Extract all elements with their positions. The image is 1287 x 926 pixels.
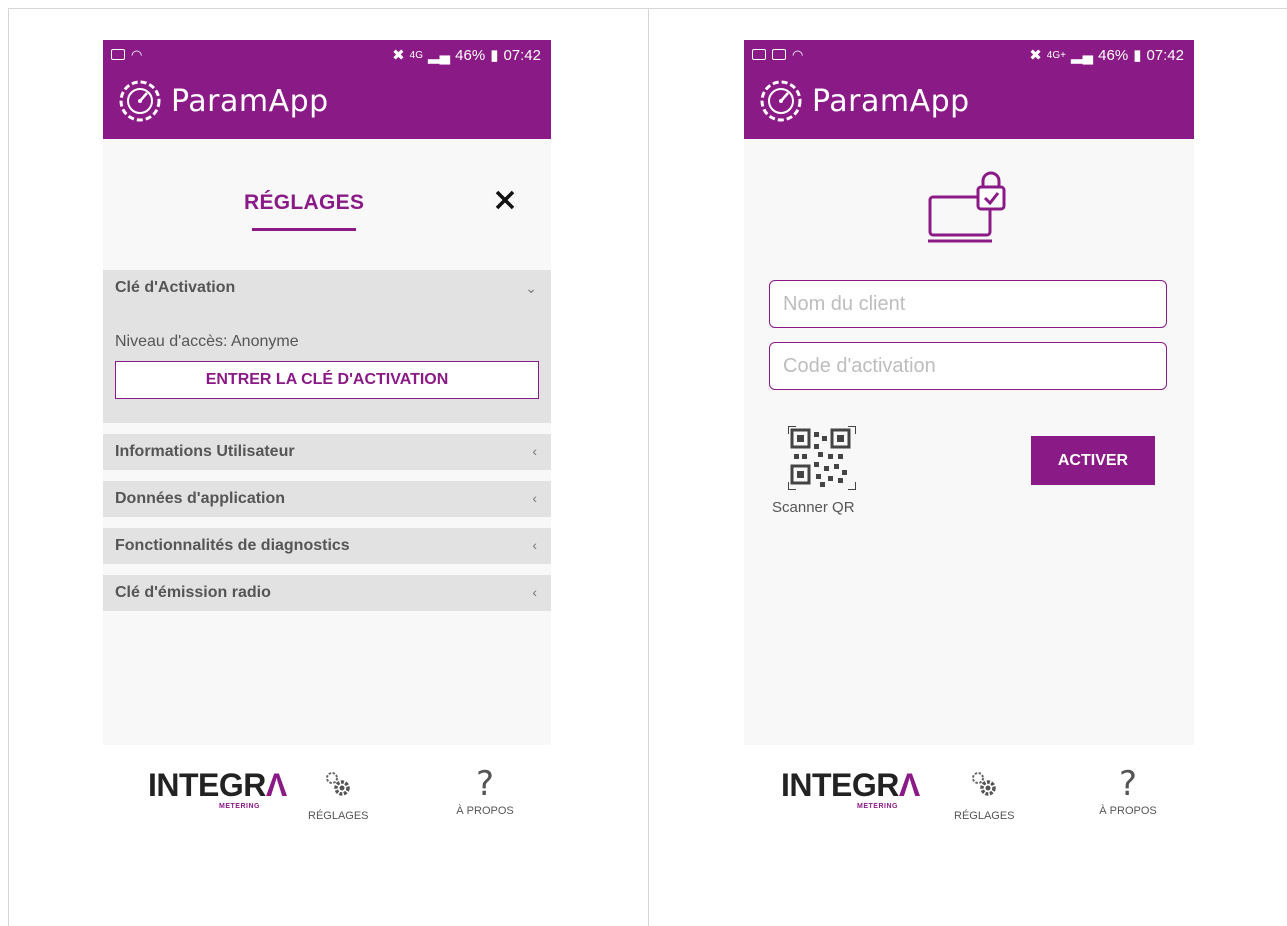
settings-title: RÉGLAGES — [244, 191, 365, 214]
question-mark-icon: ? — [475, 764, 495, 804]
phone-settings-screen: ◠ ✖ 4G ▂▄ 46% ▮ 07:42 ParamApp RÉGLAGES — [103, 40, 551, 860]
app-header: ◠ ✖ 4G+ ▂▄ 46% ▮ 07:42 ParamApp — [744, 40, 1194, 139]
status-right-icons: ✖ 4G ▂▄ 46% ▮ 07:42 — [392, 46, 541, 65]
section-user-info[interactable]: Informations Utilisateur ‹ — [103, 434, 551, 470]
battery-percent: 46% — [455, 46, 486, 64]
image-icon — [752, 49, 766, 60]
chevron-left-icon: ‹ — [532, 490, 537, 506]
section-diagnostics[interactable]: Fonctionnalités de diagnostics ‹ — [103, 528, 551, 564]
app-title: ParamApp — [171, 83, 329, 119]
chevron-left-icon: ‹ — [532, 537, 537, 553]
status-left-icons: ◠ — [111, 48, 142, 61]
activation-key-header[interactable]: Clé d'Activation — [115, 279, 235, 297]
section-label: Clé d'émission radio — [115, 584, 271, 601]
signal-icon: ▂▄ — [1070, 47, 1094, 64]
gears-icon — [326, 772, 350, 796]
activation-code-input[interactable] — [783, 354, 1166, 378]
enter-activation-key-button[interactable]: ENTRER LA CLÉ D'ACTIVATION — [115, 361, 539, 399]
integra-logo-subtitle: METERING — [219, 803, 260, 810]
settings-content: RÉGLAGES Clé d'Activation ⌄ Niveau d'acc… — [103, 139, 551, 745]
client-name-field[interactable] — [769, 280, 1167, 328]
section-label: Données d'application — [115, 490, 286, 507]
integra-logo-subtitle: METERING — [857, 803, 898, 810]
nav-about-label: À PROPOS — [1099, 805, 1157, 817]
gauge-gear-logo-icon — [760, 80, 802, 122]
question-mark-icon: ? — [1118, 764, 1138, 804]
access-level-text: Niveau d'accès: Anonyme — [115, 333, 299, 350]
bottom-navigation: INTEGRΛ METERING RÉGLAGES ? À PROPOS — [744, 745, 1194, 860]
scan-qr-button[interactable]: Scanner QR — [772, 425, 872, 516]
client-name-input[interactable] — [783, 292, 1166, 316]
chevron-left-icon: ‹ — [532, 443, 537, 459]
gears-icon — [972, 772, 996, 796]
app-title: ParamApp — [812, 83, 970, 119]
mute-icon: ✖ — [1029, 47, 1042, 64]
chevron-left-icon: ‹ — [532, 584, 537, 600]
phone-activation-screen: ◠ ✖ 4G+ ▂▄ 46% ▮ 07:42 ParamApp Nom du c… — [744, 40, 1194, 860]
mail-icon — [111, 49, 125, 60]
laptop-lock-icon — [928, 171, 1006, 243]
app-header: ◠ ✖ 4G ▂▄ 46% ▮ 07:42 ParamApp — [103, 40, 551, 139]
settings-header: RÉGLAGES — [103, 139, 551, 269]
title-underline — [252, 228, 356, 231]
status-bar: ◠ ✖ 4G ▂▄ 46% ▮ 07:42 — [103, 46, 551, 66]
signal-icon: ▂▄ — [427, 47, 451, 64]
battery-percent: 46% — [1098, 46, 1129, 64]
wifi-icon: ◠ — [131, 47, 143, 62]
nav-about-label: À PROPOS — [456, 805, 514, 817]
scan-qr-label: Scanner QR — [772, 499, 855, 516]
nav-about[interactable]: ? À PROPOS — [1094, 767, 1162, 817]
activation-content: Scanner QR ACTIVER — [744, 139, 1194, 745]
mute-icon: ✖ — [392, 47, 405, 64]
status-right-icons: ✖ 4G+ ▂▄ 46% ▮ 07:42 — [1029, 46, 1184, 65]
nav-settings[interactable]: RÉGLAGES — [308, 767, 369, 822]
app-brand: ParamApp — [758, 78, 970, 124]
battery-icon: ▮ — [490, 47, 499, 64]
bottom-navigation: INTEGRΛ METERING RÉGLAGES ? À PROPOS — [103, 745, 551, 860]
qr-code-icon — [787, 425, 857, 491]
clock: 07:42 — [1146, 46, 1184, 64]
wifi-icon: ◠ — [792, 47, 804, 62]
chevron-down-icon[interactable]: ⌄ — [525, 280, 537, 297]
gauge-gear-logo-icon — [119, 80, 161, 122]
nav-settings[interactable]: RÉGLAGES — [954, 767, 1015, 822]
nav-settings-label: RÉGLAGES — [308, 810, 369, 822]
close-icon[interactable] — [488, 183, 522, 217]
nav-about[interactable]: ? À PROPOS — [451, 767, 519, 817]
status-bar: ◠ ✖ 4G+ ▂▄ 46% ▮ 07:42 — [744, 46, 1194, 66]
section-radio-key[interactable]: Clé d'émission radio ‹ — [103, 575, 551, 611]
clock: 07:42 — [503, 46, 541, 64]
status-left-icons: ◠ — [752, 48, 803, 61]
section-label: Informations Utilisateur — [115, 443, 295, 460]
app-brand: ParamApp — [117, 78, 329, 124]
panel-divider — [648, 8, 649, 926]
integra-logo: INTEGRΛ — [781, 767, 920, 803]
integra-logo: INTEGRΛ — [148, 767, 287, 803]
network-type: 4G+ — [1046, 49, 1066, 61]
section-label: Fonctionnalités de diagnostics — [115, 537, 350, 554]
activation-code-field[interactable] — [769, 342, 1167, 390]
activate-button[interactable]: ACTIVER — [1031, 436, 1155, 485]
mail-icon — [772, 49, 786, 60]
activation-key-section: Clé d'Activation ⌄ Niveau d'accès: Anony… — [103, 270, 551, 423]
network-type: 4G — [409, 49, 423, 61]
section-app-data[interactable]: Données d'application ‹ — [103, 481, 551, 517]
battery-icon: ▮ — [1133, 47, 1142, 64]
nav-settings-label: RÉGLAGES — [954, 810, 1015, 822]
